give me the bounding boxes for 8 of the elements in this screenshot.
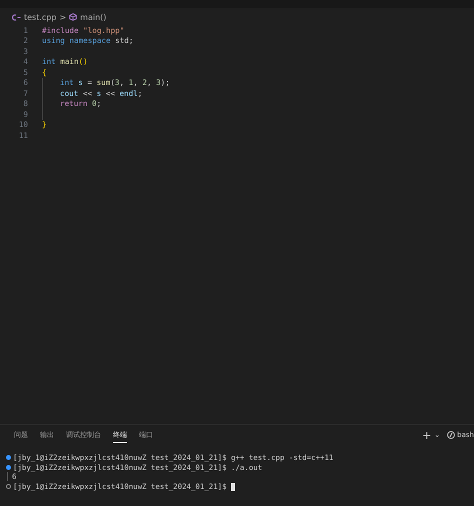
breadcrumb-separator: > — [59, 12, 66, 22]
breadcrumb-file[interactable]: test.cpp — [24, 12, 56, 22]
terminal-shell-icon — [447, 431, 456, 439]
cube-icon — [69, 13, 78, 21]
cpp-file-icon — [12, 14, 21, 20]
command-status-icon — [6, 484, 11, 490]
breadcrumb-symbol[interactable]: main() — [80, 12, 106, 22]
new-terminal-button[interactable]: + — [422, 430, 432, 440]
